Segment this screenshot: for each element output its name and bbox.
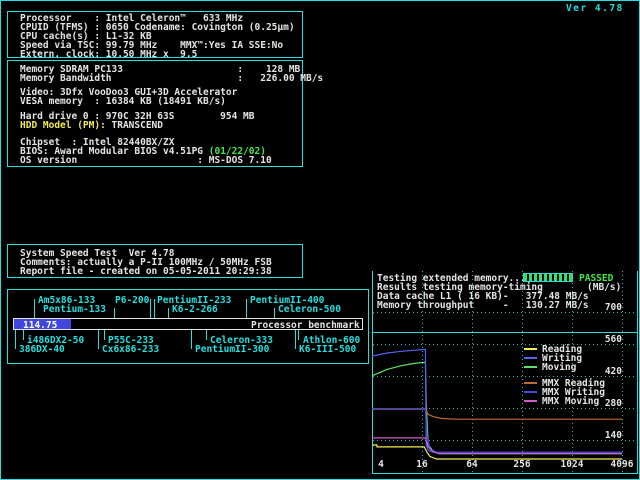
legend-swatch-reading xyxy=(524,348,537,350)
legend-swatch-moving xyxy=(524,366,537,368)
system-speed-test-screen: Ver 4.78 Processor : Intel Celeron™ 633 … xyxy=(0,0,640,480)
y-tick-700: 700 xyxy=(604,302,622,313)
x-tick-4: 4 xyxy=(378,459,384,470)
y-tick-140: 140 xyxy=(604,430,622,441)
y-tick-280: 280 xyxy=(604,398,622,409)
x-tick-256: 256 xyxy=(513,459,531,470)
legend-swatch-mmx-writing xyxy=(524,391,537,393)
x-tick-4096: 4096 xyxy=(610,459,634,470)
legend-label-mmx-moving: MMX Moving xyxy=(542,396,600,407)
memory-timing-graph xyxy=(371,271,638,474)
x-tick-1024: 1024 xyxy=(560,459,584,470)
y-tick-420: 420 xyxy=(604,366,622,377)
series-mmx-reading xyxy=(372,408,622,420)
legend-swatch-mmx-moving xyxy=(524,400,537,402)
series-mmx-writing xyxy=(372,408,622,453)
legend-label-moving: Moving xyxy=(542,362,577,373)
x-tick-16: 16 xyxy=(416,459,428,470)
y-tick-560: 560 xyxy=(604,334,622,345)
legend-swatch-mmx-reading xyxy=(524,382,537,384)
legend-swatch-writing xyxy=(524,357,537,359)
x-tick-64: 64 xyxy=(466,459,478,470)
